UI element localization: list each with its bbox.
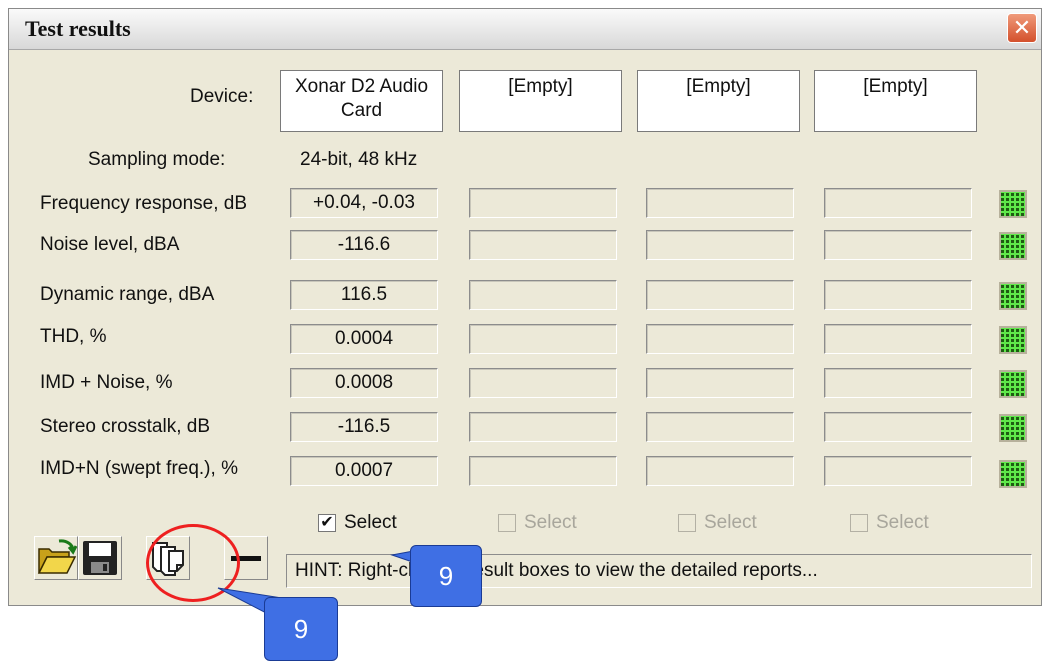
result-box[interactable]: 0.0007 bbox=[290, 456, 438, 486]
result-box[interactable]: -116.6 bbox=[290, 230, 438, 260]
row-label: Frequency response, dB bbox=[40, 193, 248, 214]
result-box[interactable]: 116.5 bbox=[290, 280, 438, 310]
result-box[interactable] bbox=[469, 368, 617, 398]
title-bar[interactable]: Test results ✕ bbox=[9, 9, 1041, 50]
window-title: Test results bbox=[25, 16, 131, 41]
select-label-1: Select bbox=[344, 512, 397, 533]
device-box-4[interactable]: [Empty] bbox=[814, 70, 977, 132]
select-label-3: Select bbox=[704, 512, 757, 533]
result-box[interactable] bbox=[469, 324, 617, 354]
device-box-3[interactable]: [Empty] bbox=[637, 70, 800, 132]
graph-report-icon[interactable] bbox=[999, 370, 1027, 398]
select-label-4: Select bbox=[876, 512, 929, 533]
result-box[interactable] bbox=[824, 412, 972, 442]
select-checkbox-4[interactable] bbox=[850, 514, 868, 532]
graph-report-icon[interactable] bbox=[999, 190, 1027, 218]
row-label: Stereo crosstalk, dB bbox=[40, 416, 211, 437]
result-box[interactable] bbox=[646, 368, 794, 398]
device-label: Device: bbox=[190, 86, 254, 107]
result-box[interactable] bbox=[646, 324, 794, 354]
result-box[interactable]: 0.0008 bbox=[290, 368, 438, 398]
highlight-circle bbox=[146, 524, 240, 602]
save-button[interactable] bbox=[78, 536, 122, 580]
result-box[interactable]: -116.5 bbox=[290, 412, 438, 442]
hint-status-bar: HINT: Right-click on result boxes to vie… bbox=[286, 554, 1032, 588]
result-box[interactable] bbox=[646, 456, 794, 486]
result-box[interactable]: 0.0004 bbox=[290, 324, 438, 354]
sampling-mode-value: 24-bit, 48 kHz bbox=[300, 149, 418, 170]
sampling-mode-label: Sampling mode: bbox=[88, 149, 226, 170]
select-checkbox-3[interactable] bbox=[678, 514, 696, 532]
callout-badge-1: 9 bbox=[410, 545, 482, 607]
graph-report-icon[interactable] bbox=[999, 326, 1027, 354]
row-label: THD, % bbox=[40, 326, 107, 347]
result-box[interactable] bbox=[646, 188, 794, 218]
device-box-1[interactable]: Xonar D2 Audio Card bbox=[280, 70, 443, 132]
select-label-2: Select bbox=[524, 512, 577, 533]
result-box[interactable] bbox=[824, 368, 972, 398]
row-label: Dynamic range, dBA bbox=[40, 284, 215, 305]
open-button[interactable] bbox=[34, 536, 78, 580]
checkmark-icon: ✔ bbox=[320, 514, 334, 531]
result-box[interactable] bbox=[469, 188, 617, 218]
result-box[interactable] bbox=[824, 324, 972, 354]
result-box[interactable] bbox=[824, 188, 972, 218]
result-box[interactable] bbox=[646, 230, 794, 260]
folder-open-icon bbox=[37, 539, 78, 574]
result-box[interactable] bbox=[824, 280, 972, 310]
callout-badge-2: 9 bbox=[264, 597, 338, 661]
result-box[interactable] bbox=[469, 280, 617, 310]
select-checkbox-2[interactable] bbox=[498, 514, 516, 532]
result-box[interactable] bbox=[646, 280, 794, 310]
save-disk-icon bbox=[83, 541, 117, 575]
device-box-2[interactable]: [Empty] bbox=[459, 70, 622, 132]
select-checkbox-1[interactable]: ✔ bbox=[318, 514, 336, 532]
result-box[interactable] bbox=[469, 230, 617, 260]
graph-report-icon[interactable] bbox=[999, 282, 1027, 310]
result-box[interactable] bbox=[824, 456, 972, 486]
graph-report-icon[interactable] bbox=[999, 414, 1027, 442]
result-box[interactable] bbox=[646, 412, 794, 442]
result-box[interactable] bbox=[824, 230, 972, 260]
result-box[interactable] bbox=[469, 456, 617, 486]
row-label: Noise level, dBA bbox=[40, 234, 180, 255]
result-box[interactable] bbox=[469, 412, 617, 442]
row-label: IMD + Noise, % bbox=[40, 372, 173, 393]
close-button[interactable]: ✕ bbox=[1007, 13, 1037, 43]
row-label: IMD+N (swept freq.), % bbox=[40, 458, 238, 479]
graph-report-icon[interactable] bbox=[999, 460, 1027, 488]
result-box[interactable]: +0.04, -0.03 bbox=[290, 188, 438, 218]
graph-report-icon[interactable] bbox=[999, 232, 1027, 260]
